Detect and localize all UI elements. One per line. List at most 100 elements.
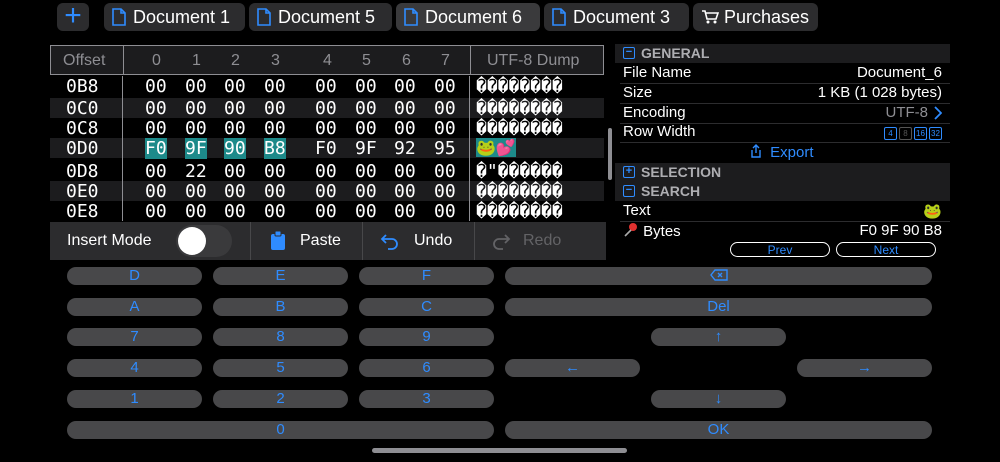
utf8-dump[interactable]: ��������: [476, 76, 563, 97]
tab-document-1[interactable]: Document 1: [104, 3, 245, 31]
utf8-dump[interactable]: ��������: [476, 181, 563, 202]
key-backspace[interactable]: [505, 267, 932, 285]
hex-byte[interactable]: 00: [315, 98, 337, 119]
hex-byte[interactable]: F0: [315, 138, 337, 159]
hex-byte[interactable]: 92: [394, 138, 416, 159]
key-a[interactable]: A: [67, 298, 202, 316]
hex-byte[interactable]: 00: [145, 161, 167, 182]
search-section-header[interactable]: − SEARCH: [615, 182, 950, 201]
hex-byte[interactable]: 00: [394, 181, 416, 202]
hex-byte[interactable]: 00: [264, 181, 286, 202]
hex-byte[interactable]: 00: [355, 161, 377, 182]
hex-byte[interactable]: 00: [315, 181, 337, 202]
row-width-8[interactable]: 8: [899, 126, 912, 140]
row-width-32[interactable]: 32: [929, 126, 942, 140]
key-7[interactable]: 7: [67, 328, 202, 346]
insert-mode-toggle[interactable]: [176, 225, 232, 257]
row-width-16[interactable]: 16: [914, 126, 927, 140]
hex-byte[interactable]: 00: [434, 118, 456, 139]
key-2[interactable]: 2: [213, 390, 348, 408]
utf8-dump[interactable]: �"������: [476, 161, 563, 182]
hex-byte[interactable]: 00: [264, 201, 286, 222]
hex-byte[interactable]: 00: [185, 181, 207, 202]
hex-byte[interactable]: 00: [315, 161, 337, 182]
selection-section-header[interactable]: + SELECTION: [615, 163, 950, 182]
paste-button[interactable]: Paste: [269, 222, 341, 260]
utf8-dump[interactable]: 🐸💕: [476, 138, 516, 157]
hex-byte[interactable]: 00: [264, 118, 286, 139]
hex-byte[interactable]: 00: [394, 98, 416, 119]
hex-byte[interactable]: 00: [394, 76, 416, 97]
hex-byte[interactable]: 00: [434, 76, 456, 97]
hex-byte[interactable]: 00: [145, 118, 167, 139]
tab-purchases[interactable]: Purchases: [693, 3, 818, 31]
key-up-arrow[interactable]: ↑: [651, 328, 786, 346]
hex-byte[interactable]: 00: [394, 201, 416, 222]
key-c[interactable]: C: [359, 298, 494, 316]
hex-byte[interactable]: 00: [185, 201, 207, 222]
hex-byte[interactable]: 00: [145, 181, 167, 202]
hex-row[interactable]: 0C0 00 00 00 00 00 00 00 00 ��������: [50, 98, 604, 119]
hex-byte[interactable]: 00: [224, 98, 246, 119]
hex-byte[interactable]: 00: [355, 98, 377, 119]
tab-document-5[interactable]: Document 5: [249, 3, 392, 31]
next-button[interactable]: Next: [836, 242, 936, 257]
general-section-header[interactable]: − GENERAL: [615, 44, 950, 63]
key-left-arrow[interactable]: ←: [505, 359, 640, 377]
key-4[interactable]: 4: [67, 359, 202, 377]
encoding-row[interactable]: Encoding UTF-8: [615, 103, 950, 123]
undo-button[interactable]: Undo: [380, 222, 452, 260]
hex-byte[interactable]: 00: [224, 161, 246, 182]
hex-byte[interactable]: 9F: [355, 138, 377, 159]
search-bytes-row[interactable]: Bytes F0 9F 90 B8: [615, 221, 950, 241]
key-del[interactable]: Del: [505, 298, 932, 316]
row-width-4[interactable]: 4: [884, 126, 897, 140]
key-down-arrow[interactable]: ↓: [651, 390, 786, 408]
key-3[interactable]: 3: [359, 390, 494, 408]
hex-byte[interactable]: 00: [145, 201, 167, 222]
key-f[interactable]: F: [359, 267, 494, 285]
redo-button[interactable]: Redo: [491, 222, 561, 260]
tab-document-3[interactable]: Document 3: [544, 3, 689, 31]
hex-row[interactable]: 0B8 00 00 00 00 00 00 00 00 ��������: [50, 76, 604, 97]
key-b[interactable]: B: [213, 298, 348, 316]
key-0[interactable]: 0: [67, 421, 494, 439]
utf8-dump[interactable]: ��������: [476, 118, 563, 139]
key-9[interactable]: 9: [359, 328, 494, 346]
hex-byte[interactable]: F0: [145, 138, 167, 159]
hex-byte[interactable]: 00: [434, 181, 456, 202]
key-e[interactable]: E: [213, 267, 348, 285]
hex-byte[interactable]: 00: [224, 181, 246, 202]
hex-byte[interactable]: 00: [315, 201, 337, 222]
hex-byte[interactable]: 00: [394, 118, 416, 139]
hex-byte[interactable]: 00: [224, 201, 246, 222]
hex-byte[interactable]: 00: [434, 161, 456, 182]
hex-byte[interactable]: 00: [224, 118, 246, 139]
add-tab-button[interactable]: +: [57, 1, 89, 31]
hex-byte[interactable]: 00: [185, 76, 207, 97]
utf8-dump[interactable]: ��������: [476, 98, 563, 119]
key-ok[interactable]: OK: [505, 421, 932, 439]
hex-row[interactable]: 0C8 00 00 00 00 00 00 00 00 ��������: [50, 118, 604, 139]
hex-byte[interactable]: B8: [264, 138, 286, 159]
hex-byte[interactable]: 90: [224, 138, 246, 159]
hex-byte[interactable]: 9F: [185, 138, 207, 159]
key-d[interactable]: D: [67, 267, 202, 285]
hex-byte[interactable]: 00: [185, 98, 207, 119]
tab-document-6[interactable]: Document 6: [396, 3, 540, 31]
hex-byte[interactable]: 00: [264, 161, 286, 182]
hex-row[interactable]: 0E0 00 00 00 00 00 00 00 00 ��������: [50, 181, 604, 202]
hex-byte[interactable]: 22: [185, 161, 207, 182]
key-8[interactable]: 8: [213, 328, 348, 346]
export-button[interactable]: Export: [615, 143, 950, 163]
hex-byte[interactable]: 00: [355, 181, 377, 202]
key-5[interactable]: 5: [213, 359, 348, 377]
key-right-arrow[interactable]: →: [797, 359, 932, 377]
key-1[interactable]: 1: [67, 390, 202, 408]
hex-byte[interactable]: 00: [145, 76, 167, 97]
hex-byte[interactable]: 95: [434, 138, 456, 159]
utf8-dump[interactable]: ��������: [476, 201, 563, 222]
hex-byte[interactable]: 00: [355, 118, 377, 139]
hex-byte[interactable]: 00: [264, 76, 286, 97]
hex-byte[interactable]: 00: [434, 98, 456, 119]
